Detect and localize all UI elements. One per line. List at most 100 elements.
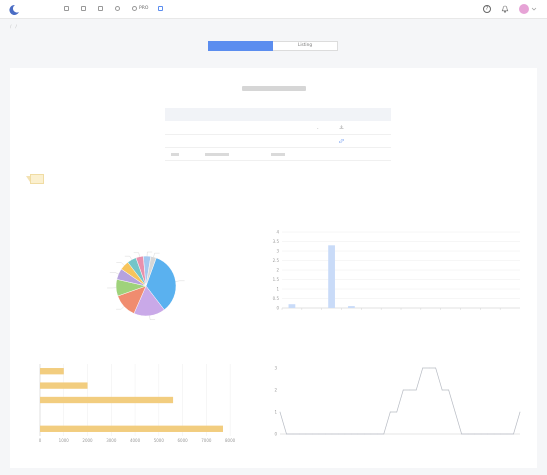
pie-leader-line [116,262,125,266]
summary-label [165,121,199,135]
line-chart: 0 1 2 3 [274,365,521,436]
line-point [305,433,307,435]
line-point [351,433,352,435]
y-tick-label: 0.5 [273,296,280,301]
y-tick-label: 2 [274,387,277,392]
pie-leader-line [175,280,185,282]
line-point [292,433,294,435]
x-tick-label: 4000 [130,438,141,443]
brand-logo[interactable] [6,4,23,15]
line-point [318,433,320,435]
redacted-text [271,152,285,156]
summary-header-cell [265,108,311,121]
nav-item-2[interactable] [81,6,88,11]
breadcrumb: / / [8,24,19,29]
breadcrumb-separator: / [15,24,17,29]
line-point [428,367,430,369]
grid-icon [64,6,69,11]
nav-item-pro[interactable]: PRO [132,6,148,11]
table-row [165,134,391,148]
y-tick-label: 3 [274,365,277,370]
line-point [344,433,346,435]
help-icon[interactable]: ? [483,5,491,13]
summary-value [199,147,265,161]
tab-listing[interactable]: Listing [273,41,338,51]
tool-icon [158,6,164,11]
summary-count: - [311,121,333,135]
pie-leader-line [124,255,132,260]
nav-item-3[interactable] [98,6,105,11]
y-tick-label: 0 [276,305,279,310]
line-point [448,389,449,391]
line-point [325,433,326,435]
line-point [519,411,521,413]
report-card: - 0 0.5 1 1.5 2 2.5 3 3.5 4 0 1000 2000 … [10,68,537,468]
line-point [396,411,398,413]
search-icon [132,6,137,11]
tab-overview[interactable] [208,41,273,51]
section-tag [26,174,44,184]
summary-header-cell [199,108,265,121]
bell-icon[interactable] [501,5,509,13]
y-tick-label: 0 [274,431,277,436]
summary-header-cell [333,108,391,121]
download-action[interactable] [339,125,391,130]
summary-label [265,121,311,135]
line-point [370,433,372,435]
chevron-down-icon[interactable] [531,7,537,11]
line-point [506,433,508,435]
header-tools: ? [483,4,537,14]
y-tick-label: 1.5 [273,277,280,282]
store-icon [81,6,86,11]
x-tick-label: 7000 [201,438,212,443]
headset-icon [115,6,120,11]
summary-value [199,121,265,135]
line-series [279,367,521,435]
nav-item-4[interactable] [115,6,122,11]
summary-table: - [165,108,391,161]
x-tick-label: 3000 [106,438,117,443]
horizontal-bar [40,396,174,404]
summary-label [165,134,199,148]
y-tick-label: 4 [276,229,279,234]
column-bar [288,304,296,308]
nav-item-active[interactable] [158,6,165,11]
pie-leader-line [109,272,119,275]
download-icon [339,125,344,130]
summary-action-cell [333,147,391,161]
nav-item-1[interactable] [64,6,71,11]
line-point [480,433,482,435]
line-point [461,433,462,435]
line-point [363,433,365,435]
x-tick-label: 1000 [59,438,70,443]
line-point [467,433,469,435]
line-point [299,433,300,435]
pie-leader-line [146,251,153,257]
summary-label [165,147,199,161]
line-point [435,367,437,369]
summary-label [265,147,311,161]
line-point [487,433,488,435]
main-nav: PRO [64,6,175,11]
line-point [474,433,475,435]
avatar[interactable] [519,4,529,14]
column-chart: 0 0.5 1 1.5 2 2.5 3 3.5 4 [273,229,520,310]
column-bar [328,245,335,308]
line-point [402,389,404,391]
nav-item-pro-label: PRO [139,6,149,11]
breadcrumb-separator: / [10,24,12,29]
x-tick-label: 0 [39,438,42,443]
report-tabs: Listing [208,41,338,51]
y-tick-label: 2.5 [273,258,280,263]
line-point [383,433,385,435]
line-point [415,389,417,391]
horizontal-bar [40,368,64,375]
line-point [422,367,424,369]
x-tick-label: 8000 [225,438,236,443]
link-action[interactable] [339,138,391,143]
column-bar [348,306,355,308]
line-point [357,433,359,435]
summary-value [199,134,265,148]
summary-header-cell [165,108,199,121]
line-point [376,433,378,435]
